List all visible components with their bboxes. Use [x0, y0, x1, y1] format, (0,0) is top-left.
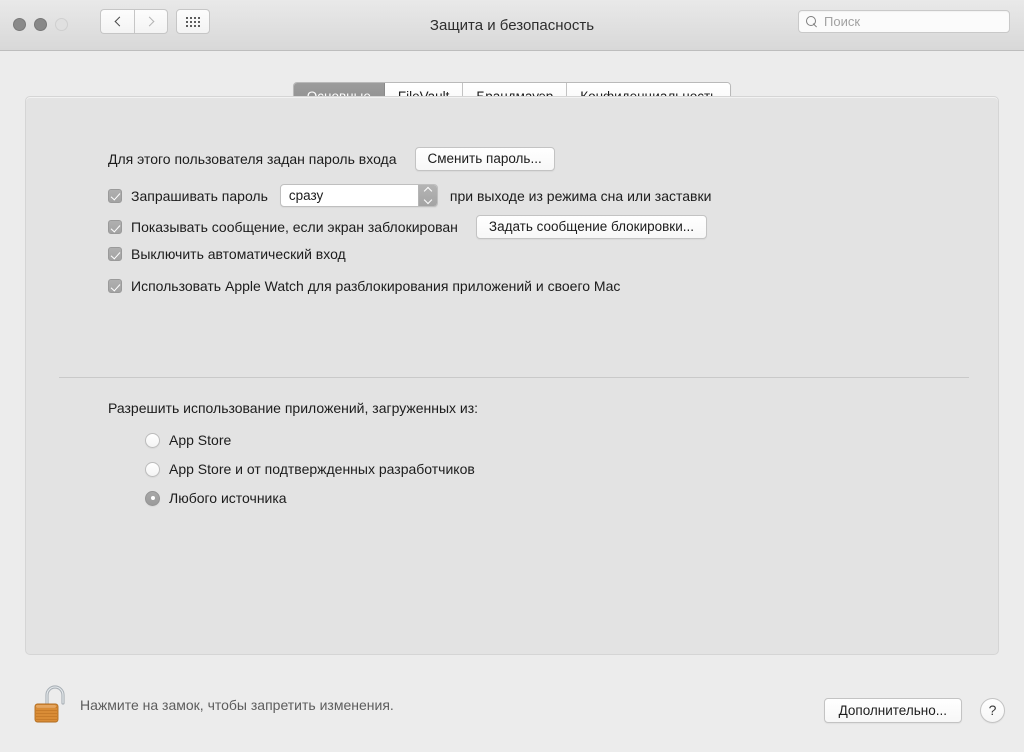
set-lock-message-button[interactable]: Задать сообщение блокировки...: [475, 215, 708, 239]
advanced-button[interactable]: Дополнительно...: [823, 698, 962, 723]
apple-watch-label: Использовать Apple Watch для разблокиров…: [131, 278, 621, 294]
radio-anywhere[interactable]: [145, 490, 160, 506]
radio-appstore[interactable]: [145, 432, 160, 448]
lock-message: Нажмите на замок, чтобы запретить измене…: [80, 697, 394, 713]
require-password-label-after: при выходе из режима сна или заставки: [449, 187, 712, 204]
apple-watch-checkbox[interactable]: [108, 279, 122, 293]
search-placeholder: Поиск: [824, 14, 861, 29]
gatekeeper-heading-label: Разрешить использование приложений, загр…: [108, 400, 479, 416]
preferences-panel: Для этого пользователя задан пароль вход…: [25, 96, 999, 655]
require-password-checkbox[interactable]: [108, 188, 122, 203]
disable-auto-login-checkbox[interactable]: [108, 247, 122, 261]
padlock-open-icon[interactable]: [30, 681, 70, 729]
apple-watch-row: Использовать Apple Watch для разблокиров…: [108, 278, 620, 294]
section-divider: [59, 377, 969, 378]
require-password-delay-value: сразу: [288, 188, 324, 203]
login-password-row: Для этого пользователя задан пароль вход…: [108, 147, 555, 171]
gatekeeper-option-appstore[interactable]: App Store: [145, 432, 231, 448]
show-lock-message-row: Показывать сообщение, если экран заблоки…: [108, 215, 708, 239]
lock-area: Нажмите на замок, чтобы запретить измене…: [30, 681, 394, 729]
disable-auto-login-label: Выключить автоматический вход: [131, 246, 346, 262]
show-lock-message-checkbox[interactable]: [108, 220, 122, 234]
require-password-row: Запрашивать пароль сразу при выходе из р…: [108, 184, 711, 207]
disable-auto-login-row: Выключить автоматический вход: [108, 246, 346, 262]
stepper-arrows-icon[interactable]: [417, 185, 437, 206]
require-password-delay-select[interactable]: сразу: [279, 184, 438, 207]
search-icon: [806, 15, 818, 28]
gatekeeper-option-appstore-label: App Store: [169, 432, 232, 448]
gatekeeper-option-anywhere-label: Любого источника: [169, 490, 287, 506]
search-input[interactable]: Поиск: [798, 10, 1010, 33]
gatekeeper-heading: Разрешить использование приложений, загр…: [108, 400, 478, 416]
login-password-label: Для этого пользователя задан пароль вход…: [108, 151, 397, 167]
show-lock-message-label: Показывать сообщение, если экран заблоки…: [131, 219, 458, 235]
require-password-label-before: Запрашивать пароль: [131, 187, 268, 204]
radio-appstore-identified[interactable]: [145, 461, 160, 477]
chevron-up-icon: [423, 186, 433, 196]
help-button[interactable]: ?: [980, 698, 1005, 723]
chevron-down-icon: [423, 195, 433, 205]
gatekeeper-option-appstore-identified-label: App Store и от подтвержденных разработчи…: [169, 461, 475, 477]
gatekeeper-option-anywhere[interactable]: Любого источника: [145, 490, 287, 506]
gatekeeper-option-appstore-identified[interactable]: App Store и от подтвержденных разработчи…: [145, 461, 475, 477]
change-password-button[interactable]: Сменить пароль...: [414, 147, 555, 171]
window-titlebar: Защита и безопасность Поиск: [0, 0, 1024, 51]
